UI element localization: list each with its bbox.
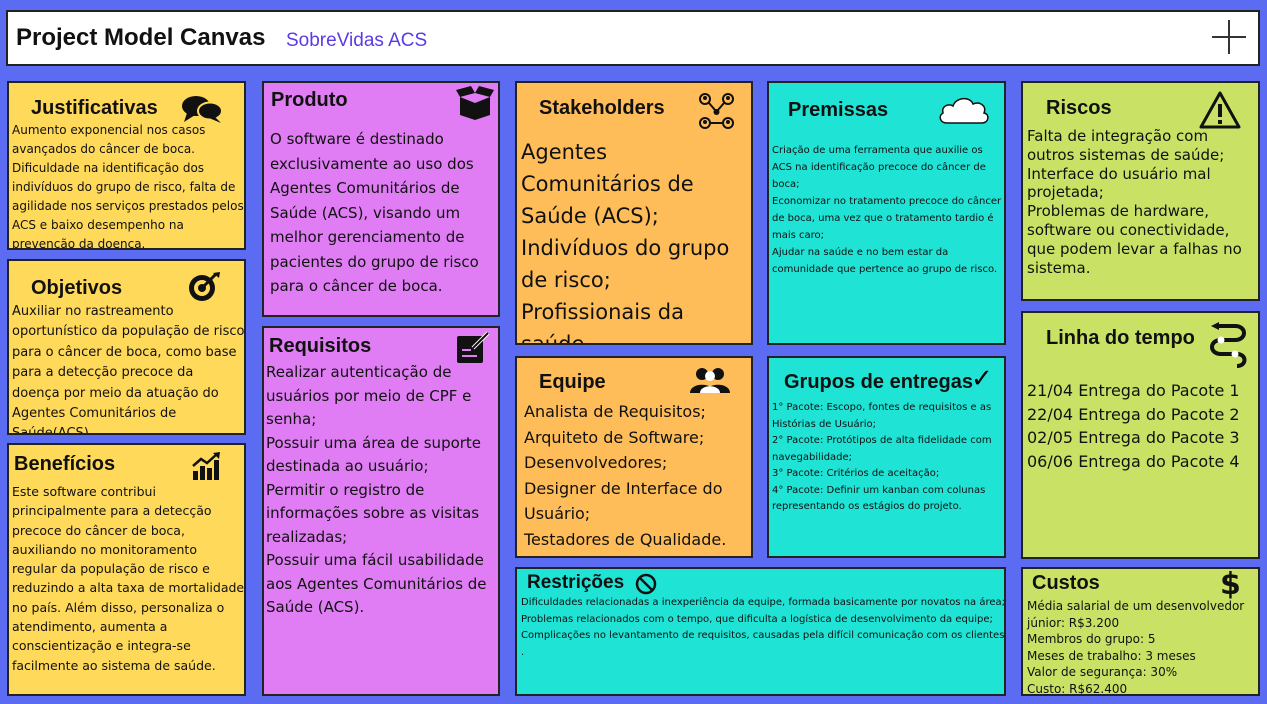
card-title: Produto bbox=[271, 89, 348, 111]
card-title: Justificativas bbox=[31, 97, 158, 119]
project-name[interactable]: SobreVidas ACS bbox=[286, 30, 427, 52]
card-text: 21/04 Entrega do Pacote 1 22/04 Entrega … bbox=[1027, 381, 1240, 471]
canvas-header: Project Model Canvas SobreVidas ACS bbox=[6, 10, 1260, 66]
card-title: Stakeholders bbox=[539, 97, 665, 119]
card-beneficios[interactable]: Benefícios Este software contribui princ… bbox=[7, 443, 246, 696]
check-icon: ✓ bbox=[971, 364, 993, 394]
card-linha-do-tempo[interactable]: Linha do tempo 21/04 Entrega do Pacote 1… bbox=[1021, 311, 1260, 559]
prohibited-icon bbox=[635, 573, 657, 595]
card-title: Restrições bbox=[527, 572, 625, 593]
card-title: Grupos de entregas bbox=[784, 371, 973, 393]
card-text: 1° Pacote: Escopo, fontes de requisitos … bbox=[772, 402, 992, 512]
card-text: Auxiliar no rastreamento oportunístico d… bbox=[12, 304, 245, 435]
card-title: Riscos bbox=[1046, 97, 1112, 119]
card-title: Premissas bbox=[788, 99, 889, 121]
card-title: Requisitos bbox=[269, 335, 372, 357]
speech-bubbles-icon bbox=[182, 96, 223, 123]
card-premissas[interactable]: Premissas Criação de uma ferramenta que … bbox=[767, 81, 1006, 345]
target-icon bbox=[189, 272, 220, 301]
card-text: Aumento exponencial nos casos avançados … bbox=[12, 123, 244, 250]
card-title: Benefícios bbox=[14, 453, 116, 475]
card-title: Custos bbox=[1032, 572, 1100, 594]
card-grupos-entregas[interactable]: Grupos de entregas ✓ 1° Pacote: Escopo, … bbox=[767, 356, 1006, 558]
card-requisitos[interactable]: Requisitos Realizar autenticação de usuá… bbox=[262, 326, 500, 696]
card-text: Falta de integração com outros sistemas … bbox=[1027, 127, 1242, 277]
card-title: Linha do tempo bbox=[1046, 327, 1195, 349]
page-title: Project Model Canvas bbox=[16, 24, 266, 51]
card-title: Equipe bbox=[539, 371, 606, 393]
card-text: Criação de uma ferramenta que auxilie os… bbox=[772, 145, 1002, 275]
dollar-icon: $ bbox=[1220, 567, 1241, 602]
card-stakeholders[interactable]: Stakeholders Agentes Comunitários de Saú… bbox=[515, 81, 753, 345]
card-custos[interactable]: Custos $ Média salarial de um desenvolve… bbox=[1021, 567, 1260, 696]
card-text: Realizar autenticação de usuários por me… bbox=[266, 363, 487, 616]
card-text: Dificuldades relacionadas a inexperiênci… bbox=[521, 597, 1006, 658]
signature-pad-icon bbox=[457, 331, 490, 363]
card-text: O software é destinado exclusivamente ao… bbox=[270, 130, 479, 295]
cloud-icon bbox=[939, 97, 989, 124]
timeline-icon bbox=[1210, 322, 1247, 368]
rising-chart-icon bbox=[192, 452, 220, 480]
card-riscos[interactable]: Riscos Falta de integração com outros si… bbox=[1021, 81, 1260, 301]
card-text: Agentes Comunitários de Saúde (ACS); Ind… bbox=[521, 140, 730, 345]
card-produto[interactable]: Produto O software é destinado exclusiva… bbox=[262, 81, 500, 317]
warning-icon bbox=[1199, 91, 1241, 129]
team-people-icon bbox=[690, 368, 730, 393]
card-title: Objetivos bbox=[31, 277, 123, 299]
card-text: Este software contribui principalmente p… bbox=[12, 484, 245, 673]
card-text: Analista de Requisitos; Arquiteto de Sof… bbox=[524, 402, 727, 549]
card-equipe[interactable]: Equipe Analista de Requisitos; Arquiteto… bbox=[515, 356, 753, 558]
plus-icon[interactable] bbox=[1212, 20, 1246, 54]
network-people-icon bbox=[699, 93, 734, 129]
card-justificativas[interactable]: Justificativas Aumento exponencial nos c… bbox=[7, 81, 246, 250]
open-box-icon bbox=[456, 86, 494, 120]
card-objetivos[interactable]: Objetivos Auxiliar no rastreamento oport… bbox=[7, 259, 246, 435]
card-restricoes[interactable]: Restrições Dificuldades relacionadas a i… bbox=[515, 567, 1006, 696]
card-text: Média salarial de um desenvolvedor júnio… bbox=[1027, 599, 1245, 696]
